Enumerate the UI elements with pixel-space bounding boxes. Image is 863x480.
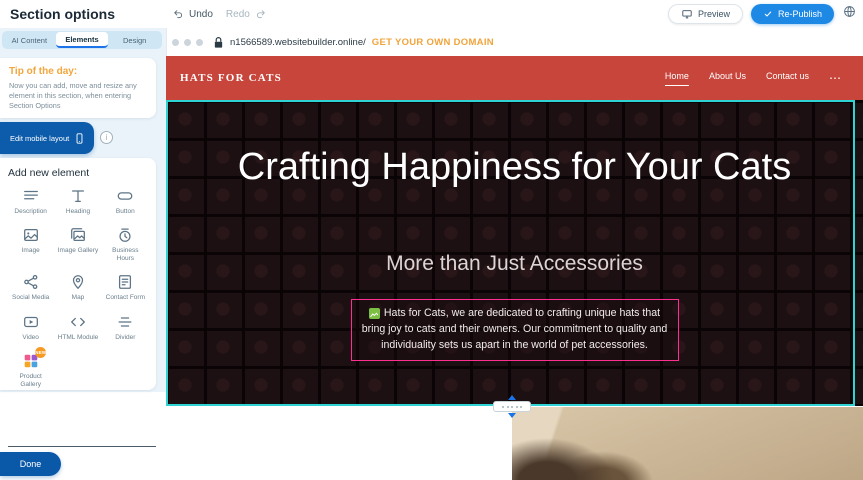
- element-label: Divider: [115, 334, 135, 342]
- element-grid: Description Heading Button Image Image G…: [8, 187, 148, 389]
- element-tile-image-gallery[interactable]: Image Gallery: [55, 226, 100, 263]
- video-icon: [22, 313, 40, 331]
- hero-section[interactable]: Crafting Happiness for Your Cats More th…: [166, 100, 863, 406]
- topbar-actions: Preview Re-Publish: [668, 0, 857, 28]
- element-label: Heading: [66, 208, 90, 216]
- sidebar-divider: [8, 446, 156, 447]
- contact-form-icon: [116, 273, 134, 291]
- element-tile-image[interactable]: Image: [8, 226, 53, 263]
- sidebar-tabs: AI Content Elements Design: [2, 31, 162, 49]
- element-tile-html-module[interactable]: HTML Module: [55, 313, 100, 342]
- element-label: Image Gallery: [58, 247, 98, 255]
- preview-label: Preview: [698, 9, 730, 19]
- lock-icon: [213, 36, 224, 49]
- drag-grip: [493, 401, 531, 412]
- element-tile-social-media[interactable]: Social Media: [8, 273, 53, 302]
- hero-subheading[interactable]: More than Just Accessories: [166, 252, 863, 276]
- divider-icon: [116, 313, 134, 331]
- hero-paragraph-selected[interactable]: Hats for Cats, we are dedicated to craft…: [351, 299, 679, 361]
- description-icon: [22, 187, 40, 205]
- site-url: n1566589.websitebuilder.online/: [230, 37, 366, 48]
- done-button[interactable]: Done: [0, 452, 61, 476]
- element-tile-heading[interactable]: Heading: [55, 187, 100, 216]
- social-media-icon: [22, 273, 40, 291]
- tip-title: Tip of the day:: [9, 66, 147, 77]
- nav-home[interactable]: Home: [665, 71, 689, 86]
- browser-bar: n1566589.websitebuilder.online/ GET YOUR…: [166, 28, 863, 56]
- undo-icon[interactable]: [172, 8, 184, 20]
- add-new-element-card: Add new element Description Heading Butt…: [0, 158, 156, 390]
- history-controls: Undo Redo: [172, 0, 267, 28]
- element-label: Business Hours: [103, 247, 147, 263]
- arrow-down-icon: [507, 412, 517, 418]
- nav-about-us[interactable]: About Us: [709, 71, 746, 85]
- get-domain-link[interactable]: GET YOUR OWN DOMAIN: [372, 37, 494, 48]
- check-icon: [763, 9, 773, 19]
- element-label: Social Media: [12, 294, 49, 302]
- heading-icon: [69, 187, 87, 205]
- monitor-icon: [681, 8, 693, 20]
- new-badge: NEW: [35, 347, 46, 358]
- tab-elements[interactable]: Elements: [56, 32, 109, 48]
- add-new-element-title: Add new element: [8, 167, 148, 179]
- element-tile-business-hours[interactable]: Business Hours: [103, 226, 148, 263]
- map-icon: [69, 273, 87, 291]
- tab-ai-content[interactable]: AI Content: [3, 32, 56, 48]
- element-tile-product-gallery[interactable]: NEW Product Gallery: [8, 352, 53, 389]
- sidebar-panel: AI Content Elements Design Tip of the da…: [0, 28, 166, 480]
- button-icon: [116, 187, 134, 205]
- element-tile-contact-form[interactable]: Contact Form: [103, 273, 148, 302]
- phone-icon: [73, 131, 86, 146]
- preview-button[interactable]: Preview: [668, 4, 743, 24]
- tip-body: Now you can add, move and resize any ele…: [9, 81, 147, 112]
- redo-icon[interactable]: [255, 8, 267, 20]
- hero-heading[interactable]: Crafting Happiness for Your Cats: [235, 144, 795, 190]
- element-tile-divider[interactable]: Divider: [103, 313, 148, 342]
- globe-icon: [842, 4, 857, 19]
- site-header: Hats for Cats Home About Us Contact us ⋯: [166, 56, 863, 100]
- edit-mobile-label: Edit mobile layout: [10, 134, 69, 143]
- element-label: Image: [22, 247, 40, 255]
- element-label: Button: [116, 208, 135, 216]
- element-label: HTML Module: [58, 334, 99, 342]
- element-label: Product Gallery: [9, 373, 53, 389]
- republish-button[interactable]: Re-Publish: [751, 4, 834, 24]
- site-nav: Home About Us Contact us ⋯: [665, 71, 841, 86]
- image-icon: [22, 226, 40, 244]
- page-title: Section options: [10, 6, 115, 22]
- element-label: Description: [14, 208, 47, 216]
- edit-mobile-layout-button[interactable]: Edit mobile layout: [0, 122, 94, 154]
- site-logo[interactable]: Hats for Cats: [180, 72, 282, 84]
- image-placeholder-icon: [369, 308, 380, 319]
- window-dot: [196, 39, 203, 46]
- element-tile-video[interactable]: Video: [8, 313, 53, 342]
- redo-button[interactable]: Redo: [226, 9, 250, 20]
- republish-label: Re-Publish: [778, 9, 822, 19]
- element-label: Video: [22, 334, 39, 342]
- element-tile-button[interactable]: Button: [103, 187, 148, 216]
- element-label: Contact Form: [106, 294, 145, 302]
- undo-button[interactable]: Undo: [189, 9, 213, 20]
- nav-more-icon[interactable]: ⋯: [829, 75, 841, 81]
- info-icon[interactable]: i: [100, 131, 113, 144]
- section-resize-handle[interactable]: [492, 395, 532, 418]
- tip-of-the-day-card: Tip of the day: Now you can add, move an…: [0, 58, 156, 118]
- window-dot: [172, 39, 179, 46]
- html-module-icon: [69, 313, 87, 331]
- business-hours-icon: [116, 226, 134, 244]
- topbar: Section options Undo Redo Preview Re-Pub…: [0, 0, 863, 28]
- element-label: Map: [72, 294, 85, 302]
- page-photo-carpet-cat: [512, 407, 863, 480]
- language-globe-button[interactable]: [842, 4, 857, 24]
- window-dot: [184, 39, 191, 46]
- nav-contact-us[interactable]: Contact us: [766, 71, 809, 85]
- element-tile-map[interactable]: Map: [55, 273, 100, 302]
- image-gallery-icon: [69, 226, 87, 244]
- tab-design[interactable]: Design: [108, 32, 161, 48]
- hero-paragraph-text: Hats for Cats, we are dedicated to craft…: [362, 307, 668, 351]
- element-tile-description[interactable]: Description: [8, 187, 53, 216]
